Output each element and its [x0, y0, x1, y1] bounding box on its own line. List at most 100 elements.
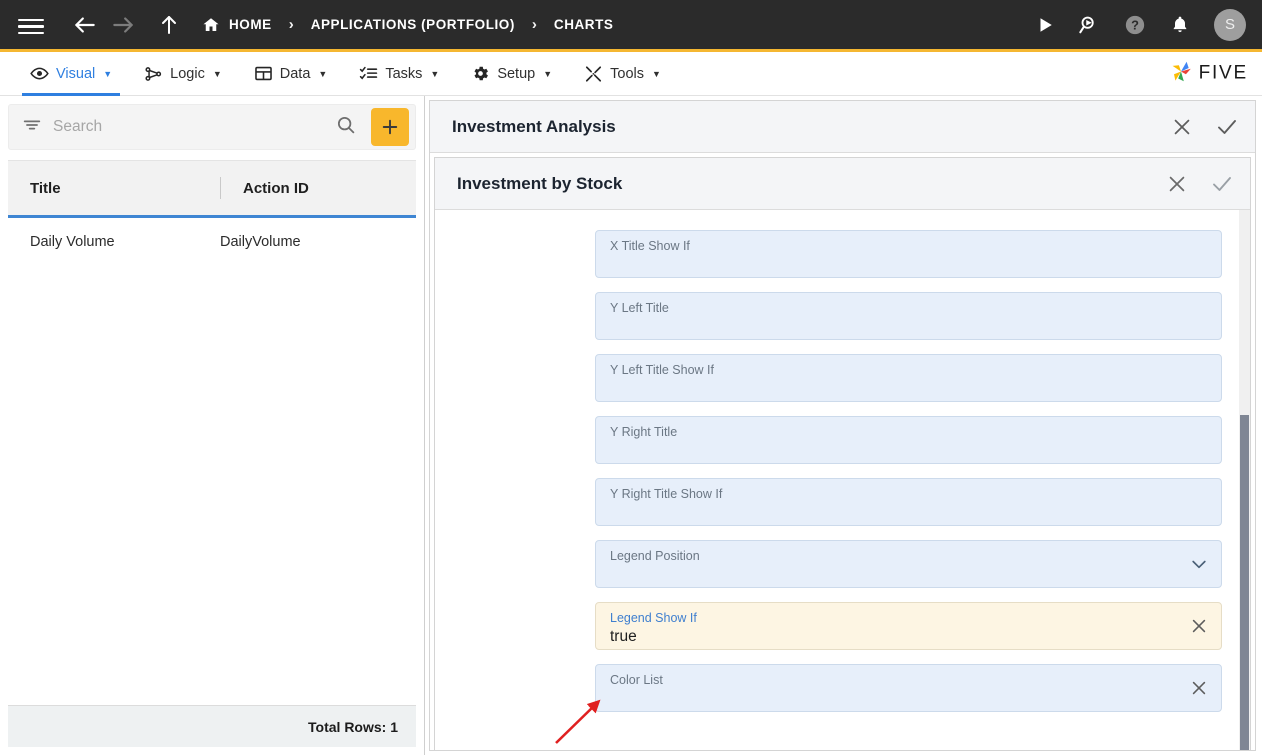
- check-icon-inner[interactable]: [1210, 172, 1234, 196]
- back-arrow-icon[interactable]: [66, 6, 104, 44]
- close-icon-inner[interactable]: [1166, 173, 1188, 195]
- chevron-down-icon-data: ▼: [318, 68, 328, 79]
- field-legend-show-if[interactable]: Legend Show If true: [595, 602, 1222, 650]
- breadcrumb-item-home[interactable]: HOME: [202, 16, 272, 34]
- module-menu-bar: Visual ▼ Logic ▼ Data ▼ Tasks ▼ Setup ▼ …: [0, 52, 1262, 96]
- investment-by-stock-card: Investment by Stock X Title Show If Y Le…: [434, 157, 1251, 750]
- field-x-title-show-if[interactable]: X Title Show If: [595, 230, 1222, 278]
- hamburger-menu-icon[interactable]: [18, 15, 44, 35]
- field-y-right-title[interactable]: Y Right Title: [595, 416, 1222, 464]
- top-bar: HOME › APPLICATIONS (PORTFOLIO) › CHARTS: [0, 0, 1262, 52]
- fields-container: X Title Show If Y Left Title Y Left Titl…: [435, 230, 1250, 712]
- field-y-left-title[interactable]: Y Left Title: [595, 292, 1222, 340]
- grid-header-row: Title Action ID: [8, 160, 416, 218]
- up-arrow-icon[interactable]: [150, 6, 188, 44]
- chart-properties-form: X Title Show If Y Left Title Y Left Titl…: [435, 210, 1250, 750]
- chevron-down-icon-legend-position[interactable]: [1189, 554, 1209, 574]
- menu-item-tasks[interactable]: Tasks ▼: [343, 52, 455, 96]
- total-rows-label: Total Rows: 1: [8, 705, 416, 747]
- menu-item-setup[interactable]: Setup ▼: [455, 52, 568, 96]
- forward-arrow-icon: [104, 6, 142, 44]
- breadcrumb-label-home: HOME: [229, 17, 272, 32]
- svg-text:?: ?: [1131, 17, 1139, 32]
- field-color-list[interactable]: Color List: [595, 664, 1222, 712]
- main-body: Title Action ID Daily Volume DailyVolume…: [0, 96, 1262, 755]
- menu-item-tools[interactable]: Tools ▼: [568, 52, 677, 96]
- check-icon[interactable]: [1215, 115, 1239, 139]
- breadcrumb-item-charts[interactable]: CHARTS: [554, 17, 614, 32]
- menu-label-visual: Visual: [56, 65, 96, 82]
- chevron-down-icon-tools: ▼: [652, 68, 661, 79]
- gear-icon: [471, 64, 490, 83]
- search-bar: [8, 104, 416, 150]
- chevron-down-icon-logic: ▼: [212, 68, 222, 79]
- menu-item-logic[interactable]: Logic ▼: [128, 52, 238, 96]
- inner-card-header: Investment by Stock: [435, 158, 1250, 210]
- filter-icon[interactable]: [21, 114, 43, 141]
- column-divider: [220, 177, 221, 199]
- breadcrumb-label-applications: APPLICATIONS (PORTFOLIO): [310, 17, 515, 32]
- top-bar-actions: ? S: [1036, 8, 1246, 41]
- five-wordmark: FIVE: [1198, 62, 1248, 84]
- field-y-left-title-show-if[interactable]: Y Left Title Show If: [595, 354, 1222, 402]
- clear-icon-legend-show-if[interactable]: [1189, 616, 1209, 636]
- field-label-legend-position: Legend Position: [610, 549, 700, 563]
- run-icon[interactable]: [1036, 16, 1054, 34]
- cell-action-id: DailyVolume: [220, 233, 301, 250]
- field-legend-position[interactable]: Legend Position: [595, 540, 1222, 588]
- charts-grid: Title Action ID Daily Volume DailyVolume: [8, 160, 416, 705]
- field-label-y-right-title: Y Right Title: [610, 425, 678, 439]
- chevron-down-icon: ▼: [103, 68, 113, 79]
- field-y-right-title-show-if[interactable]: Y Right Title Show If: [595, 478, 1222, 526]
- form-scrollbar-track[interactable]: [1239, 210, 1250, 750]
- menu-label-data: Data: [279, 65, 311, 82]
- field-label-y-left-title: Y Left Title: [610, 301, 669, 315]
- grid-body: Daily Volume DailyVolume: [8, 218, 416, 705]
- menu-label-tools: Tools: [610, 65, 644, 82]
- tools-icon: [584, 64, 603, 83]
- notifications-bell-icon[interactable]: [1170, 15, 1190, 35]
- menu-label-tasks: Tasks: [385, 65, 423, 82]
- logic-nodes-icon: [144, 64, 163, 83]
- debug-icon[interactable]: [1078, 14, 1100, 36]
- user-avatar[interactable]: S: [1214, 8, 1246, 41]
- chevron-down-icon-setup: ▼: [543, 68, 553, 79]
- inner-card-title: Investment by Stock: [457, 173, 623, 193]
- top-bar-left: HOME › APPLICATIONS (PORTFOLIO) › CHARTS: [18, 6, 1036, 44]
- checklist-icon: [359, 64, 378, 83]
- search-icon[interactable]: [330, 114, 361, 140]
- inner-card-actions: [1166, 172, 1234, 196]
- field-label-y-right-title-show-if: Y Right Title Show If: [610, 487, 723, 501]
- add-chart-button[interactable]: [371, 108, 409, 146]
- search-input[interactable]: [53, 118, 320, 136]
- outer-card-actions: [1171, 115, 1239, 139]
- right-content-panel: Investment Analysis Investment by Stock …: [425, 96, 1262, 755]
- field-value-legend-show-if: true: [610, 628, 637, 645]
- menu-item-visual[interactable]: Visual ▼: [14, 52, 128, 96]
- clear-icon-color-list[interactable]: [1189, 678, 1209, 698]
- table-row[interactable]: Daily Volume DailyVolume: [8, 218, 416, 265]
- field-label-x-title-show-if: X Title Show If: [610, 239, 690, 253]
- home-icon: [202, 16, 220, 34]
- left-list-panel: Title Action ID Daily Volume DailyVolume…: [0, 96, 425, 755]
- field-label-color-list: Color List: [610, 673, 663, 687]
- breadcrumb-separator: ›: [288, 16, 294, 33]
- breadcrumb: HOME › APPLICATIONS (PORTFOLIO) › CHARTS: [202, 16, 613, 34]
- chevron-down-icon-tasks: ▼: [430, 68, 440, 79]
- outer-card-header: Investment Analysis: [430, 101, 1255, 153]
- cell-title: Daily Volume: [30, 233, 115, 250]
- investment-analysis-card: Investment Analysis Investment by Stock …: [429, 100, 1256, 751]
- menu-item-data[interactable]: Data ▼: [238, 52, 344, 96]
- column-header-title[interactable]: Title: [30, 180, 220, 197]
- column-header-action-id[interactable]: Action ID: [243, 180, 309, 197]
- breadcrumb-item-applications[interactable]: APPLICATIONS (PORTFOLIO): [311, 17, 515, 32]
- field-label-y-left-title-show-if: Y Left Title Show If: [610, 363, 714, 377]
- close-icon[interactable]: [1171, 116, 1193, 138]
- help-icon[interactable]: ?: [1124, 14, 1146, 36]
- form-scrollbar-thumb[interactable]: [1240, 415, 1249, 750]
- menu-label-setup: Setup: [497, 65, 536, 82]
- five-brand-logo: FIVE: [1167, 57, 1248, 90]
- menu-label-logic: Logic: [170, 65, 205, 82]
- five-pinwheel-icon: [1167, 57, 1195, 90]
- outer-card-title: Investment Analysis: [452, 116, 616, 136]
